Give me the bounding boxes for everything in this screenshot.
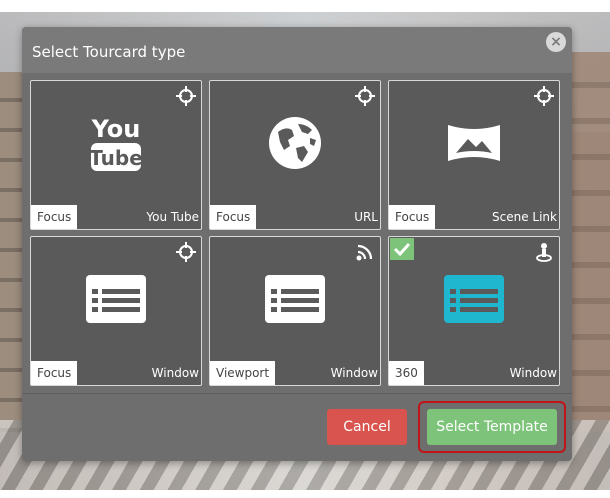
person-pin-icon [536, 243, 552, 262]
select-tourcard-modal: Select Tourcard type × You Tube Focus Yo… [22, 27, 572, 461]
globe-icon [269, 117, 321, 169]
window-list-icon [444, 275, 504, 323]
signal-icon [356, 244, 373, 261]
tourcard-option-scene-link[interactable]: Focus Scene Link [388, 80, 560, 230]
card-tag: Focus [31, 205, 78, 229]
card-tag: 360 [389, 361, 424, 385]
card-type: Window [151, 366, 199, 380]
card-type: You Tube [146, 210, 199, 224]
modal-header: Select Tourcard type × [22, 27, 572, 73]
footer-divider [22, 393, 572, 394]
card-type: URL [354, 210, 378, 224]
cancel-button[interactable]: Cancel [327, 409, 407, 445]
select-template-button[interactable]: Select Template [427, 409, 557, 445]
card-tag: Focus [31, 361, 78, 385]
checkmark-icon [393, 242, 411, 257]
crosshair-icon [355, 86, 375, 106]
crosshair-icon [176, 86, 196, 106]
card-type: Window [330, 366, 378, 380]
selected-check [390, 238, 414, 260]
tourcard-option-youtube[interactable]: You Tube Focus You Tube [30, 80, 202, 230]
background-building-left [0, 72, 24, 432]
tourcard-option-360-window[interactable]: 360 Window [388, 236, 560, 386]
tourcard-option-viewport-window[interactable]: Viewport Window [209, 236, 381, 386]
youtube-icon: You Tube [89, 115, 143, 171]
card-tag: Focus [210, 205, 257, 229]
card-tag: Viewport [210, 361, 276, 385]
svg-text:You: You [91, 115, 141, 143]
svg-text:Tube: Tube [89, 146, 143, 170]
tourcard-option-focus-window[interactable]: Focus Window [30, 236, 202, 386]
tourcard-grid: You Tube Focus You Tube Focus URL Focus … [30, 80, 560, 386]
window-list-icon [86, 275, 146, 323]
card-type: Window [509, 366, 557, 380]
window-list-icon [265, 275, 325, 323]
card-tag: Focus [389, 205, 436, 229]
card-type: Scene Link [492, 210, 557, 224]
close-button[interactable]: × [546, 32, 566, 52]
crosshair-icon [176, 242, 196, 262]
panorama-icon [448, 125, 500, 161]
tourcard-option-url[interactable]: Focus URL [209, 80, 381, 230]
crosshair-icon [534, 86, 554, 106]
modal-title: Select Tourcard type [32, 43, 186, 61]
